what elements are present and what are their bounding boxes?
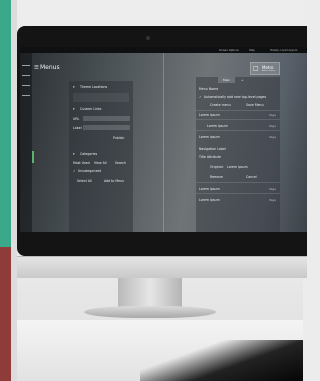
menu-name-label: Menu Name bbox=[199, 87, 219, 91]
auto-add-label: Automatically add new top-level pages bbox=[204, 95, 267, 99]
menu-item-type[interactable]: Page bbox=[269, 187, 276, 191]
monitor-foot bbox=[84, 306, 216, 318]
right-panel: Main + Menu Name ✓ Automatically add new… bbox=[196, 77, 280, 232]
navigation-label-label: Navigation Label bbox=[199, 147, 226, 151]
url-label: URL bbox=[73, 117, 80, 121]
auto-add-checkbox-icon[interactable]: ✓ bbox=[199, 95, 202, 99]
menus-icon: ☰ bbox=[34, 65, 39, 71]
pin-icon: ▾ bbox=[73, 107, 75, 111]
tab-main[interactable]: Main bbox=[218, 77, 236, 83]
label-label: Label bbox=[73, 126, 82, 130]
tab-view-all[interactable]: View All bbox=[94, 161, 107, 165]
select-all-link[interactable]: Select All bbox=[77, 179, 92, 183]
title-attribute-label: Title Attribute bbox=[199, 155, 221, 159]
tab-search[interactable]: Search bbox=[115, 161, 126, 165]
separator bbox=[196, 130, 280, 131]
separator bbox=[196, 119, 280, 120]
original-link[interactable]: Lorem ipsum bbox=[227, 165, 248, 169]
tab-add[interactable]: + bbox=[236, 77, 249, 83]
sidebar-item[interactable] bbox=[22, 85, 30, 86]
monitor-stand bbox=[118, 278, 182, 308]
cancel-button[interactable]: Cancel bbox=[246, 175, 257, 179]
menu-item-label[interactable]: Lorem ipsum bbox=[207, 124, 228, 128]
separator bbox=[196, 182, 280, 183]
panel-divider bbox=[163, 53, 164, 232]
menu-item-type[interactable]: Page bbox=[269, 198, 276, 202]
sidebar-item[interactable] bbox=[22, 95, 30, 96]
pin-icon: ▾ bbox=[73, 152, 75, 156]
uncategorized-label: Uncategorized bbox=[78, 169, 102, 173]
left-edge-teal bbox=[0, 0, 11, 247]
topbar-howdy[interactable]: Howdy, Lorem Ipsum bbox=[270, 49, 297, 52]
left-panel: ▾ Theme Locations ▾ Custom Links URL Lab… bbox=[69, 81, 133, 232]
menu-item-label[interactable]: Lorem ipsum bbox=[199, 187, 220, 191]
menu-item-label[interactable]: Lorem ipsum bbox=[199, 113, 220, 117]
desk-shadow bbox=[140, 340, 303, 381]
save-menu-button[interactable]: Save Menu bbox=[246, 103, 264, 107]
categories-header[interactable]: Categories bbox=[80, 152, 97, 156]
monitor-chin bbox=[17, 256, 307, 278]
menu-item-type[interactable]: Page bbox=[269, 124, 276, 128]
menu-item-label[interactable]: Lorem ipsum bbox=[199, 198, 220, 202]
separator bbox=[196, 110, 280, 111]
monitor-screen: Screen Options Help Howdy, Lorem Ipsum ☰… bbox=[20, 47, 307, 232]
menu-item-type[interactable]: Page bbox=[269, 113, 276, 117]
original-label: Original: bbox=[210, 165, 224, 169]
tab-most-used[interactable]: Most Used bbox=[73, 161, 90, 165]
create-menu-button[interactable]: Create menu bbox=[210, 103, 231, 107]
page-title: Menus bbox=[40, 64, 60, 71]
theme-locations-text bbox=[73, 93, 129, 102]
camera-icon bbox=[146, 36, 150, 40]
theme-locations-header[interactable]: Theme Locations bbox=[80, 85, 107, 89]
sidebar-item[interactable] bbox=[22, 75, 30, 76]
menu-item-type[interactable]: Page bbox=[269, 135, 276, 139]
brand-logo-icon: □ bbox=[253, 65, 259, 72]
brand-badge: □ Metro Admin theme bbox=[250, 62, 280, 75]
url-input[interactable] bbox=[83, 116, 130, 121]
topbar-screen-options[interactable]: Screen Options bbox=[219, 49, 239, 52]
publish-button[interactable]: Publish bbox=[113, 136, 124, 140]
separator bbox=[196, 193, 280, 194]
menu-item-label[interactable]: Lorem ipsum bbox=[199, 135, 220, 139]
checkbox-icon[interactable]: ✓ bbox=[73, 169, 76, 173]
admin-sidebar bbox=[20, 53, 32, 232]
topbar-help[interactable]: Help bbox=[249, 49, 255, 52]
sidebar-item[interactable] bbox=[22, 65, 30, 66]
add-to-menu-button[interactable]: Add to Menu bbox=[104, 179, 124, 183]
brand-subtitle: Admin theme bbox=[262, 70, 276, 72]
label-input[interactable] bbox=[83, 125, 130, 130]
custom-links-header[interactable]: Custom Links bbox=[80, 107, 101, 111]
remove-button[interactable]: Remove bbox=[210, 175, 223, 179]
pin-icon: ▾ bbox=[73, 85, 75, 89]
left-edge-red bbox=[0, 247, 11, 381]
sidebar-active-indicator bbox=[32, 151, 34, 163]
